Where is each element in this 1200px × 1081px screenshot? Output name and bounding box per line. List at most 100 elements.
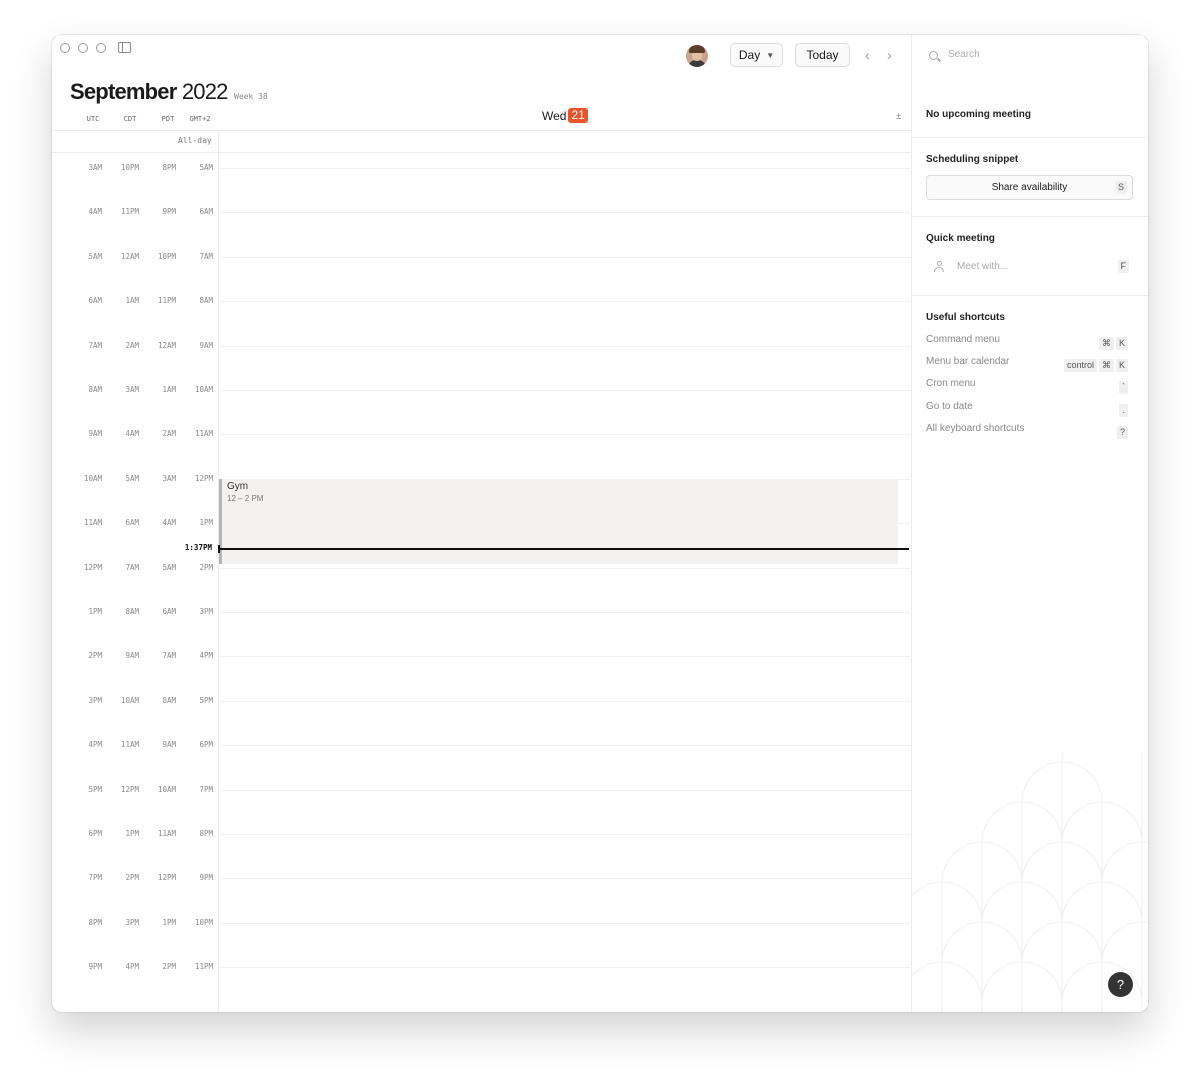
hour-gridline xyxy=(218,700,910,702)
chevron-down-icon: ▼ xyxy=(766,50,775,60)
share-availability-label: Share availability xyxy=(991,182,1068,193)
time-label: 7PM xyxy=(199,784,213,794)
time-label: 2PM xyxy=(162,962,176,972)
shortcut-key: K xyxy=(1115,337,1128,350)
time-label: 11AM xyxy=(83,518,102,528)
time-label: 11AM xyxy=(157,829,176,838)
time-label: 5PM xyxy=(88,784,102,794)
timezone-label-cdt: CDT xyxy=(123,115,137,123)
timezone-label-pdt: PDT xyxy=(161,115,175,123)
shortcut-item[interactable]: Menu bar calendar control ⌘ K xyxy=(926,355,1128,373)
expand-collapse-icon[interactable]: ± xyxy=(896,111,902,122)
minimize-window-button[interactable] xyxy=(78,43,88,53)
day-header[interactable]: Wed 21 xyxy=(542,108,588,123)
time-label: 7PM xyxy=(88,873,102,883)
shortcut-key: ⌘ xyxy=(1098,337,1114,350)
view-mode-dropdown[interactable]: Day ▼ xyxy=(730,43,783,67)
meet-with-input[interactable] xyxy=(955,260,1099,273)
time-label: 10AM xyxy=(83,473,102,483)
time-label: 6AM xyxy=(199,207,213,217)
month-name: September xyxy=(70,79,177,104)
today-button[interactable]: Today xyxy=(795,43,850,67)
shortcut-label: All keyboard shortcuts xyxy=(926,422,1025,434)
time-label: 6PM xyxy=(199,740,213,750)
time-label: 3PM xyxy=(88,695,102,705)
day-name: Wed xyxy=(542,108,567,123)
shortcut-key: . xyxy=(1119,403,1128,417)
time-label: 9AM xyxy=(162,740,176,750)
background-pattern xyxy=(912,752,1148,1012)
time-label: 4PM xyxy=(125,962,139,972)
time-row: 1PM 8AM 6AM 3PM xyxy=(52,607,218,617)
time-row: 9AM 4AM 2AM 11AM xyxy=(52,429,218,439)
hour-gridline xyxy=(218,745,910,747)
search-input[interactable] xyxy=(946,48,1130,61)
time-label: 1PM xyxy=(88,607,102,616)
hour-gridline xyxy=(218,168,910,169)
zoom-window-button[interactable] xyxy=(96,43,106,53)
time-label: 5AM xyxy=(125,473,139,483)
time-label: 8PM xyxy=(199,829,213,838)
time-label: 9AM xyxy=(88,429,102,439)
time-row: 11AM 6AM 4AM 1PM xyxy=(52,518,218,528)
today-date-badge: 21 xyxy=(568,108,588,123)
time-label: 2AM xyxy=(162,429,176,439)
shortcut-label: Menu bar calendar xyxy=(926,356,1010,368)
section-divider xyxy=(912,295,1148,296)
next-day-button[interactable]: › xyxy=(887,47,892,63)
close-window-button[interactable] xyxy=(60,43,70,53)
time-label: 7AM xyxy=(199,251,213,261)
meet-with-row[interactable]: F xyxy=(934,259,1129,275)
right-sidebar: No upcoming meeting Scheduling snippet S… xyxy=(911,35,1148,1012)
sidebar-toggle-icon[interactable] xyxy=(118,42,131,53)
time-label: 7AM xyxy=(88,340,102,350)
time-label: 2PM xyxy=(125,873,139,883)
time-row: 5AM 12AM 10PM 7AM xyxy=(52,252,218,262)
shortcut-keys: ⌘ K xyxy=(1097,333,1128,351)
hour-gridline xyxy=(218,612,910,613)
time-row: 6PM 1PM 11AM 8PM xyxy=(52,829,218,839)
upcoming-meeting-text: No upcoming meeting xyxy=(926,109,1031,120)
shortcut-item[interactable]: Go to date. xyxy=(926,400,1128,417)
time-label: 12AM xyxy=(120,251,139,261)
hour-gridline xyxy=(218,789,910,791)
page-title: September 2022 xyxy=(70,79,228,105)
hour-gridline xyxy=(218,967,910,969)
calendar-event[interactable]: Gym 12 – 2 PM xyxy=(219,478,898,564)
shortcut-item[interactable]: Cron menu ` xyxy=(926,377,1128,395)
time-label: 1PM xyxy=(162,917,176,927)
shortcut-item[interactable]: Command menu ⌘ K xyxy=(926,333,1128,350)
share-availability-button[interactable]: Share availability S xyxy=(926,175,1133,200)
time-row: 4PM 11AM 9AM 6PM xyxy=(52,740,218,750)
time-row: 3PM 10AM 8AM 5PM xyxy=(52,696,218,706)
time-label: 6AM xyxy=(125,518,139,528)
time-label: 11PM xyxy=(157,296,176,306)
event-time: 12 – 2 PM xyxy=(227,493,264,503)
time-row: 7PM 2PM 12PM 9PM xyxy=(52,873,218,883)
shortcut-key: control xyxy=(1063,359,1097,373)
time-label: 3AM xyxy=(88,163,102,172)
timezone-label-gmt2: GMT+2 xyxy=(189,115,211,123)
hour-gridline xyxy=(218,256,910,258)
time-label: 11PM xyxy=(120,207,139,217)
search-icon xyxy=(929,51,938,60)
current-time-label: 1:37PM xyxy=(184,542,212,552)
user-avatar[interactable] xyxy=(686,45,708,67)
time-label: 4AM xyxy=(88,207,102,217)
time-label: 12AM xyxy=(157,340,176,350)
time-gutter-divider xyxy=(218,130,219,1012)
allday-label: All-day xyxy=(178,136,212,145)
allday-divider xyxy=(52,152,911,153)
event-title: Gym xyxy=(227,480,249,492)
hour-gridline xyxy=(218,434,910,436)
previous-day-button[interactable]: ‹ xyxy=(865,47,870,63)
shortcut-item[interactable]: All keyboard shortcuts? xyxy=(926,422,1128,439)
time-row: 4AM 11PM 9PM 6AM xyxy=(52,207,218,217)
help-button[interactable]: ? xyxy=(1108,972,1133,997)
time-label: 6PM xyxy=(88,829,102,838)
shortcut-key: ? xyxy=(1116,425,1128,439)
time-label: 11PM xyxy=(194,962,213,972)
time-row: 8AM 3AM 1AM 10AM xyxy=(52,385,218,395)
time-label: 1AM xyxy=(162,385,176,394)
time-label: 4PM xyxy=(199,651,213,661)
